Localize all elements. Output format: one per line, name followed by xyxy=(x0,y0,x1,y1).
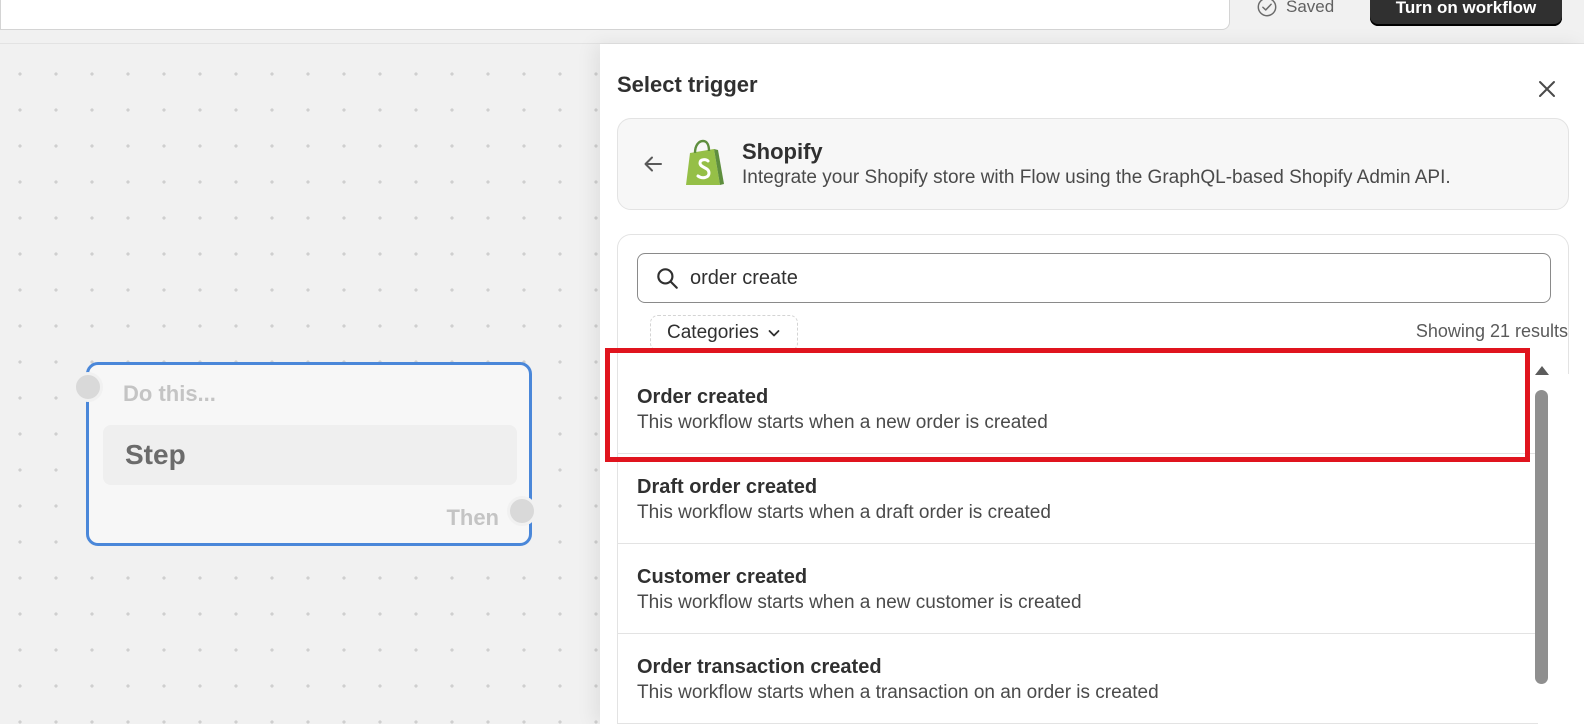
list-item-customer-created[interactable]: Customer created This workflow starts wh… xyxy=(618,544,1538,634)
scroll-thumb[interactable] xyxy=(1535,390,1548,684)
step-card[interactable]: Do this... Step Then xyxy=(86,362,532,546)
close-button[interactable] xyxy=(1532,74,1562,104)
top-bar: Saved Turn on workflow xyxy=(0,0,1584,44)
list-item-order-transaction-created[interactable]: Order transaction created This workflow … xyxy=(618,634,1538,724)
chevron-down-icon xyxy=(768,330,780,337)
categories-label: Categories xyxy=(667,322,759,343)
arrow-left-icon xyxy=(644,156,662,172)
search-field[interactable] xyxy=(637,253,1551,303)
item-title: Order transaction created xyxy=(637,656,882,678)
then-label: Then xyxy=(446,505,499,530)
app-card-shopify: Shopify Integrate your Shopify store wit… xyxy=(617,118,1569,210)
search-icon xyxy=(657,268,678,289)
shopify-logo-icon xyxy=(686,139,724,185)
categories-filter-button[interactable]: Categories xyxy=(650,315,798,351)
app-description: Integrate your Shopify store with Flow u… xyxy=(742,167,1451,188)
saved-label: Saved xyxy=(1286,0,1335,16)
turn-on-workflow-button[interactable]: Turn on workflow xyxy=(1370,0,1562,26)
trigger-search-card: Categories Showing 21 results xyxy=(617,234,1569,374)
workflow-name-field[interactable] xyxy=(0,0,1230,30)
item-title: Customer created xyxy=(637,566,808,588)
item-description: This workflow starts when a new order is… xyxy=(637,412,1048,433)
input-connector[interactable] xyxy=(73,372,103,402)
select-trigger-panel: Select trigger Shopify Integrate your Sh… xyxy=(600,44,1584,724)
back-button[interactable] xyxy=(638,149,668,179)
list-scrollbar[interactable] xyxy=(1534,364,1550,724)
item-title: Draft order created xyxy=(637,476,818,498)
results-count: Showing 21 results xyxy=(1415,321,1568,341)
item-title: Order created xyxy=(637,386,769,408)
workflow-canvas[interactable]: Do this... Step Then xyxy=(0,44,600,724)
saved-status: Saved xyxy=(1256,0,1334,20)
search-input[interactable] xyxy=(690,266,1510,290)
trigger-list: Order created This workflow starts when … xyxy=(617,364,1538,724)
list-item-order-created[interactable]: Order created This workflow starts when … xyxy=(618,364,1538,454)
panel-title: Select trigger xyxy=(617,72,758,97)
close-icon xyxy=(1539,81,1555,97)
check-circle-icon xyxy=(1257,0,1277,17)
step-card-heading: Do this... xyxy=(123,381,216,406)
item-description: This workflow starts when a new customer… xyxy=(637,592,1082,613)
app-name: Shopify xyxy=(742,139,823,164)
list-item-draft-order-created[interactable]: Draft order created This workflow starts… xyxy=(618,454,1538,544)
then-connector[interactable] xyxy=(507,496,537,526)
scroll-up-arrow-icon[interactable] xyxy=(1535,366,1549,375)
item-description: This workflow starts when a transaction … xyxy=(637,682,1159,703)
item-description: This workflow starts when a draft order … xyxy=(637,502,1051,523)
step-placeholder[interactable]: Step xyxy=(103,425,517,485)
